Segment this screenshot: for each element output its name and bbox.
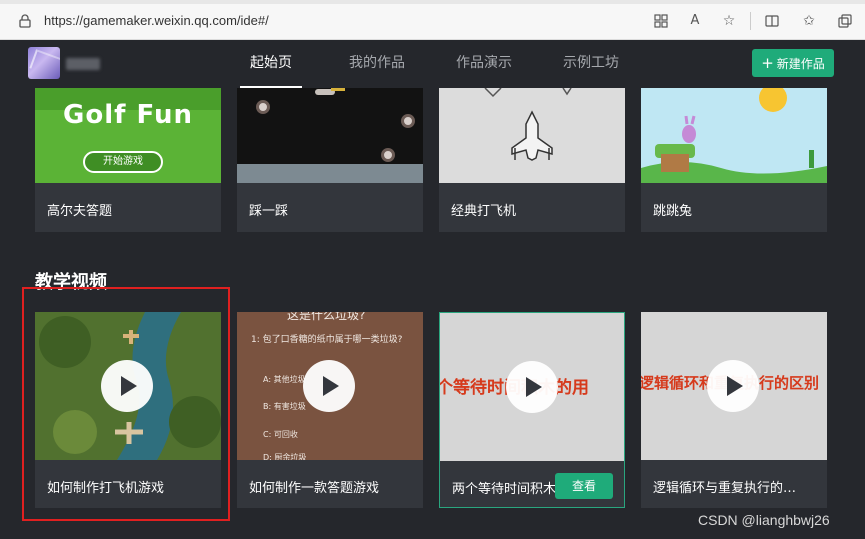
quiz-thumb-option: D: 厨余垃圾 [263, 453, 307, 460]
browser-toolbar: https://gamemaker.weixin.qq.com/ide#/ A … [0, 0, 865, 40]
new-project-label: 新建作品 [776, 57, 825, 71]
game-title: 跳跳兔 [653, 204, 693, 219]
game-card-golf[interactable]: Golf Fun 开始游戏 高尔夫答题 [35, 88, 221, 232]
game-card-stomp[interactable]: 踩一踩 [237, 88, 423, 232]
split-screen-icon[interactable] [763, 12, 781, 30]
video-thumbnail-loop-logic: 逻辑循环和重复执行的区别 [641, 312, 827, 460]
video-thumbnail-quiz: 这是什么垃圾? 1: 包了口香糖的纸巾属于哪一类垃圾? A: 其他垃圾 B: 有… [237, 312, 423, 460]
play-icon[interactable] [707, 360, 759, 412]
game-thumbnail-golf: Golf Fun 开始游戏 [35, 88, 221, 183]
game-thumbnail-stomp [237, 88, 423, 183]
video-title: 逻辑循环与重复执行的… [653, 481, 797, 496]
video-title: 如何制作一款答题游戏 [249, 481, 380, 496]
game-title: 经典打飞机 [451, 204, 517, 219]
username-blurred [66, 58, 100, 70]
tab-sample-workshop[interactable]: 示例工坊 [555, 40, 627, 88]
view-button[interactable]: 查看 [555, 473, 613, 499]
tab-showcase[interactable]: 作品演示 [448, 40, 520, 88]
quiz-thumb-option: B: 有害垃圾 [263, 402, 306, 411]
new-project-button[interactable]: + 新建作品 [752, 49, 834, 77]
play-icon[interactable] [506, 361, 558, 413]
play-icon[interactable] [303, 360, 355, 412]
lock-icon[interactable] [18, 14, 32, 28]
video-title: 两个等待时间积木 [452, 482, 557, 497]
app-header: 起始页 我的作品 作品演示 示例工坊 + 新建作品 [0, 40, 865, 88]
toolbar-divider [750, 12, 751, 30]
address-bar[interactable]: https://gamemaker.weixin.qq.com/ide#/ [44, 13, 269, 28]
avatar[interactable] [28, 47, 60, 79]
golf-logo-text: Golf Fun [63, 100, 193, 130]
game-thumbnail-plane [439, 88, 625, 183]
collections-icon[interactable] [836, 12, 854, 30]
start-game-thumb-button: 开始游戏 [83, 151, 163, 173]
app-grid-icon[interactable] [652, 12, 670, 30]
favorite-star-icon[interactable]: ☆ [720, 12, 738, 30]
quiz-thumb-option: A: 其他垃圾 [263, 375, 306, 384]
game-card-rabbit[interactable]: 跳跳兔 [641, 88, 827, 232]
video-card-wait-block[interactable]: 个等待时间积木的用 两个等待时间积木 查看 [439, 312, 625, 508]
favorites-list-icon[interactable]: ✩ [800, 12, 818, 30]
quiz-thumb-option: C: 可回收 [263, 430, 298, 439]
tab-strip [0, 0, 865, 4]
video-thumbnail-wait-block: 个等待时间积木的用 [440, 313, 624, 461]
game-thumbnail-rabbit [641, 88, 827, 183]
video-card-quiz-game[interactable]: 这是什么垃圾? 1: 包了口香糖的纸巾属于哪一类垃圾? A: 其他垃圾 B: 有… [237, 312, 423, 508]
tab-start-page[interactable]: 起始页 [240, 40, 302, 88]
game-title: 踩一踩 [249, 204, 289, 219]
read-aloud-icon[interactable]: A [686, 12, 704, 30]
tab-my-works[interactable]: 我的作品 [341, 40, 413, 88]
red-highlight-box [22, 287, 230, 521]
game-card-plane[interactable]: 经典打飞机 [439, 88, 625, 232]
quiz-thumb-heading: 这是什么垃圾? [287, 312, 366, 322]
video-card-loop-logic[interactable]: 逻辑循环和重复执行的区别 逻辑循环与重复执行的… [641, 312, 827, 508]
game-title: 高尔夫答题 [47, 204, 113, 219]
plus-icon: + [761, 54, 774, 72]
quiz-thumb-question: 1: 包了口香糖的纸巾属于哪一类垃圾? [251, 335, 403, 345]
watermark: CSDN @lianghbwj26 [698, 512, 830, 528]
